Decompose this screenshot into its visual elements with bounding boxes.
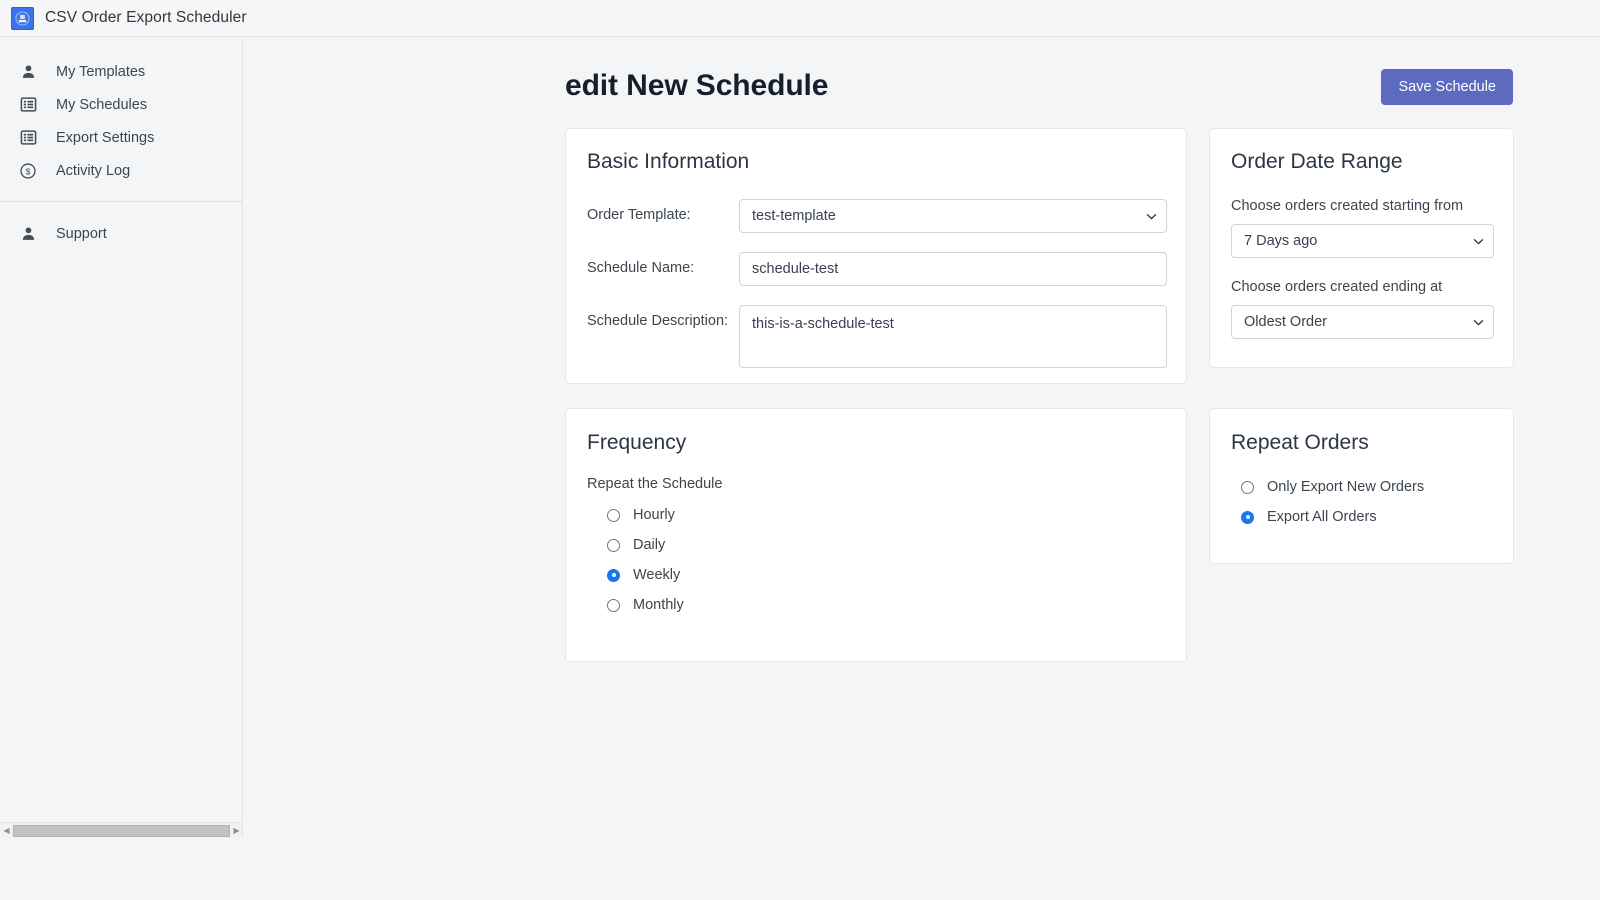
dollar-circle-icon: $ bbox=[17, 160, 39, 182]
basic-information-card: Basic Information Order Template: test-t… bbox=[565, 128, 1187, 384]
radio-icon-selected[interactable] bbox=[607, 568, 620, 582]
radio-icon[interactable] bbox=[607, 598, 620, 612]
sidebar-primary-nav: My Templates My Schedules Export Setting… bbox=[0, 37, 242, 187]
date-from-label: Choose orders created starting from bbox=[1231, 198, 1464, 214]
list-icon bbox=[17, 127, 39, 149]
sidebar-secondary-nav: Support bbox=[0, 202, 242, 250]
app-titlebar: CSV Order Export Scheduler bbox=[0, 0, 1600, 37]
radio-label: Weekly bbox=[633, 567, 681, 583]
sidebar-item-my-templates[interactable]: My Templates bbox=[0, 55, 242, 88]
sidebar-item-label: Support bbox=[56, 225, 107, 242]
svg-text:$: $ bbox=[26, 166, 31, 176]
sidebar-item-activity-log[interactable]: $ Activity Log bbox=[0, 154, 242, 187]
schedule-description-label: Schedule Description: bbox=[587, 313, 729, 329]
card-title: Order Date Range bbox=[1231, 150, 1403, 173]
repeat-option-only-new-orders[interactable]: Only Export New Orders bbox=[1241, 472, 1424, 502]
schedule-name-label: Schedule Name: bbox=[587, 260, 695, 276]
frequency-radio-group: Hourly Daily Weekly Monthly bbox=[607, 500, 684, 620]
order-template-select[interactable]: test-template bbox=[739, 199, 1167, 233]
radio-icon[interactable] bbox=[607, 508, 620, 522]
repeat-orders-card: Repeat Orders Only Export New Orders Exp… bbox=[1209, 408, 1514, 564]
card-title: Frequency bbox=[587, 431, 687, 454]
radio-label: Only Export New Orders bbox=[1267, 479, 1425, 495]
main-content: edit New Schedule Save Schedule Basic In… bbox=[243, 37, 1600, 900]
sidebar-item-label: My Schedules bbox=[56, 96, 148, 113]
frequency-option-monthly[interactable]: Monthly bbox=[607, 590, 684, 620]
scroll-right-arrow-icon[interactable]: ▶ bbox=[230, 823, 242, 839]
scroll-left-arrow-icon[interactable]: ◀ bbox=[0, 823, 13, 839]
radio-icon[interactable] bbox=[607, 538, 620, 552]
scrollbar-thumb[interactable] bbox=[13, 824, 230, 837]
list-icon bbox=[17, 94, 39, 116]
page-header: edit New Schedule Save Schedule bbox=[565, 69, 1515, 125]
frequency-option-hourly[interactable]: Hourly bbox=[607, 500, 684, 530]
order-template-row: Order Template: test-template bbox=[587, 199, 1167, 233]
card-title: Repeat Orders bbox=[1231, 431, 1369, 454]
radio-label: Monthly bbox=[633, 597, 684, 613]
schedule-description-textarea[interactable]: this-is-a-schedule-test bbox=[739, 305, 1167, 368]
date-to-select-wrap: Oldest Order bbox=[1231, 305, 1494, 339]
date-from-select-wrap: 7 Days ago bbox=[1231, 224, 1494, 258]
sidebar-item-label: My Templates bbox=[56, 63, 146, 80]
sidebar-horizontal-scrollbar[interactable]: ◀ ▶ bbox=[0, 822, 242, 839]
schedule-name-row: Schedule Name: bbox=[587, 252, 1167, 286]
radio-label: Daily bbox=[633, 537, 666, 553]
card-title: Basic Information bbox=[587, 150, 750, 173]
person-icon bbox=[17, 223, 39, 245]
repeat-option-export-all-orders[interactable]: Export All Orders bbox=[1241, 502, 1424, 532]
date-to-label: Choose orders created ending at bbox=[1231, 279, 1443, 295]
frequency-option-daily[interactable]: Daily bbox=[607, 530, 684, 560]
sidebar-item-label: Activity Log bbox=[56, 162, 131, 179]
radio-icon[interactable] bbox=[1241, 480, 1254, 494]
page-title: edit New Schedule bbox=[565, 69, 829, 102]
scrollbar-track[interactable] bbox=[13, 823, 230, 839]
sidebar: My Templates My Schedules Export Setting… bbox=[0, 37, 243, 838]
repeat-orders-radio-group: Only Export New Orders Export All Orders bbox=[1241, 472, 1424, 532]
sidebar-item-export-settings[interactable]: Export Settings bbox=[0, 121, 242, 154]
schedule-description-row: Schedule Description: this-is-a-schedule… bbox=[587, 305, 1167, 368]
sidebar-item-my-schedules[interactable]: My Schedules bbox=[0, 88, 242, 121]
order-date-range-card: Order Date Range Choose orders created s… bbox=[1209, 128, 1514, 368]
frequency-option-weekly[interactable]: Weekly bbox=[607, 560, 684, 590]
date-from-select[interactable]: 7 Days ago bbox=[1231, 224, 1494, 258]
app-title: CSV Order Export Scheduler bbox=[45, 9, 247, 26]
frequency-sublabel: Repeat the Schedule bbox=[587, 476, 723, 492]
order-template-select-wrap: test-template bbox=[739, 199, 1167, 233]
radio-icon-selected[interactable] bbox=[1241, 510, 1254, 524]
radio-label: Export All Orders bbox=[1267, 509, 1377, 525]
sidebar-item-support[interactable]: Support bbox=[0, 217, 242, 250]
export-app-icon bbox=[11, 6, 34, 30]
save-schedule-button[interactable]: Save Schedule bbox=[1381, 69, 1513, 105]
order-template-label: Order Template: bbox=[587, 207, 691, 223]
person-icon bbox=[17, 61, 39, 83]
schedule-name-input[interactable] bbox=[739, 252, 1167, 286]
radio-label: Hourly bbox=[633, 507, 675, 523]
sidebar-item-label: Export Settings bbox=[56, 129, 155, 146]
date-to-select[interactable]: Oldest Order bbox=[1231, 305, 1494, 339]
frequency-card: Frequency Repeat the Schedule Hourly Dai… bbox=[565, 408, 1187, 662]
